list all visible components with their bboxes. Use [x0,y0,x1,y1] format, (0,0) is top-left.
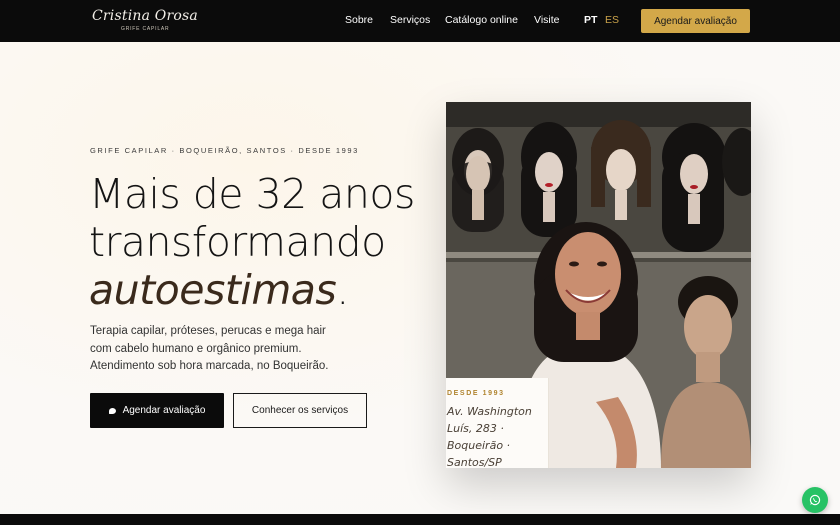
headline-line-3: autoestimas. [89,266,429,314]
brand-logo[interactable]: Cristina Orosa GRIFE CAPILAR [92,8,198,34]
address-line: Santos/SP [447,456,502,469]
services-button[interactable]: Conhecer os serviços [233,393,367,428]
schedule-evaluation-label: Agendar avaliação [122,405,206,416]
hero-description: Terapia capilar, próteses, perucas e meg… [90,323,360,376]
card-eyebrow: DESDE 1993 [447,390,505,397]
address-line: Av. Washington [447,405,532,418]
brand-tagline: GRIFE CAPILAR [121,26,170,32]
address-line: Luís, 283 · [447,422,504,435]
headline-period: . [336,266,349,314]
headline-line-2: transformando [89,218,386,266]
address-line: Boqueirão · [447,439,511,452]
language-pt[interactable]: PT [584,14,597,26]
headline-line-1: Mais de 32 anos [89,170,415,218]
language-es[interactable]: ES [605,14,619,26]
description-line: Terapia capilar, próteses, perucas e meg… [90,325,326,337]
nav-item-visite[interactable]: Visite [534,14,560,26]
schedule-evaluation-button[interactable]: Agendar avaliação [90,393,224,428]
brand-name: Cristina Orosa [92,8,198,24]
whatsapp-button[interactable] [802,487,828,513]
hero-headline: Mais de 32 anos transformando autoestima… [89,170,429,314]
footer-strip [0,514,840,525]
chat-bubble-icon [108,407,116,414]
location-card: DESDE 1993 Av. Washington Luís, 283 · Bo… [446,378,549,471]
nav-item-servicos[interactable]: Serviços [390,14,430,26]
whatsapp-icon [809,494,821,506]
card-address: Av. Washington Luís, 283 · Boqueirão · S… [447,403,547,471]
headline-emphasis: autoestimas [89,266,337,314]
description-line: Atendimento sob hora marcada, no Boqueir… [90,360,329,372]
hero-eyebrow: GRIFE CAPILAR · BOQUEIRÃO, SANTOS · DESD… [90,146,359,155]
header-schedule-button[interactable]: Agendar avaliação [641,9,750,33]
nav-item-catalogo[interactable]: Catálogo online [445,14,518,26]
nav-item-sobre[interactable]: Sobre [345,14,373,26]
site-header: Cristina Orosa GRIFE CAPILAR Sobre Servi… [0,0,840,42]
description-line: com cabelo humano e orgânico premium. [90,342,302,355]
